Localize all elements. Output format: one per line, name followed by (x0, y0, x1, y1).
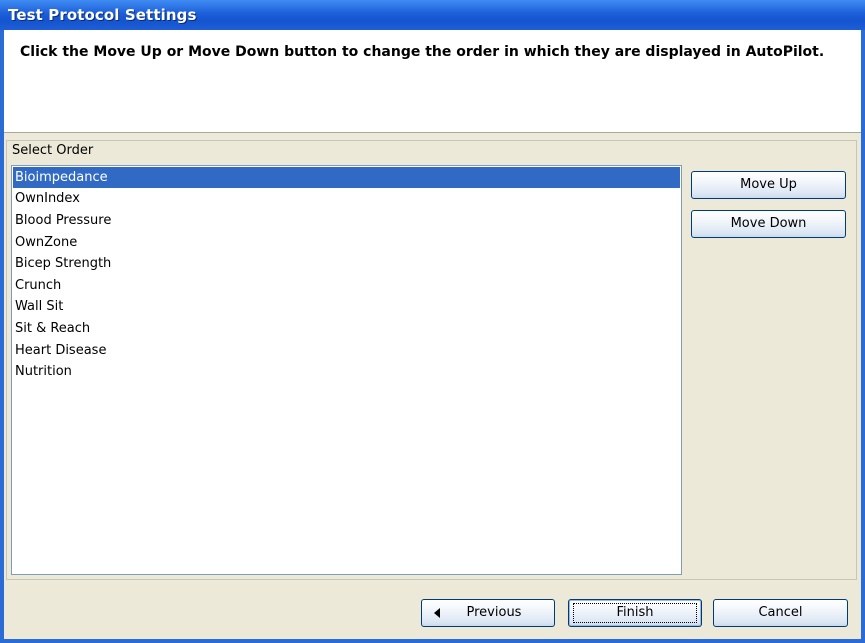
wizard-window: Test Protocol Settings Click the Move Up… (0, 0, 865, 643)
list-item-crunch[interactable]: Crunch (13, 275, 680, 296)
previous-button[interactable]: Previous (421, 599, 555, 627)
cancel-label: Cancel (758, 605, 803, 620)
title-bar[interactable]: Test Protocol Settings (0, 0, 865, 30)
list-item-sit-reach[interactable]: Sit & Reach (13, 318, 680, 339)
move-up-button[interactable]: Move Up (691, 171, 846, 199)
list-item-ownzone[interactable]: OwnZone (13, 232, 680, 253)
list-item-bicep-strength[interactable]: Bicep Strength (13, 253, 680, 274)
previous-label: Previous (466, 605, 522, 620)
move-down-button[interactable]: Move Down (691, 210, 846, 238)
list-item-wall-sit[interactable]: Wall Sit (13, 296, 680, 317)
instruction-panel: Click the Move Up or Move Down button to… (4, 30, 861, 133)
focus-rectangle (573, 603, 697, 623)
list-item-nutrition[interactable]: Nutrition (13, 361, 680, 382)
list-item-blood-pressure[interactable]: Blood Pressure (13, 210, 680, 231)
list-item-bioimpedance[interactable]: Bioimpedance (13, 167, 680, 188)
list-item-ownindex[interactable]: OwnIndex (13, 188, 680, 209)
instruction-text: Click the Move Up or Move Down button to… (20, 44, 825, 60)
cancel-button[interactable]: Cancel (713, 599, 848, 627)
list-item-heart-disease[interactable]: Heart Disease (13, 340, 680, 361)
dialog-body: Click the Move Up or Move Down button to… (4, 30, 861, 639)
select-order-label: Select Order (12, 143, 94, 158)
left-arrow-icon (434, 608, 440, 618)
order-listbox[interactable]: Bioimpedance OwnIndex Blood Pressure Own… (11, 165, 682, 575)
finish-button[interactable]: Finish (568, 599, 702, 627)
window-title: Test Protocol Settings (8, 6, 197, 24)
select-order-group: Select Order Bioimpedance OwnIndex Blood… (6, 140, 857, 580)
